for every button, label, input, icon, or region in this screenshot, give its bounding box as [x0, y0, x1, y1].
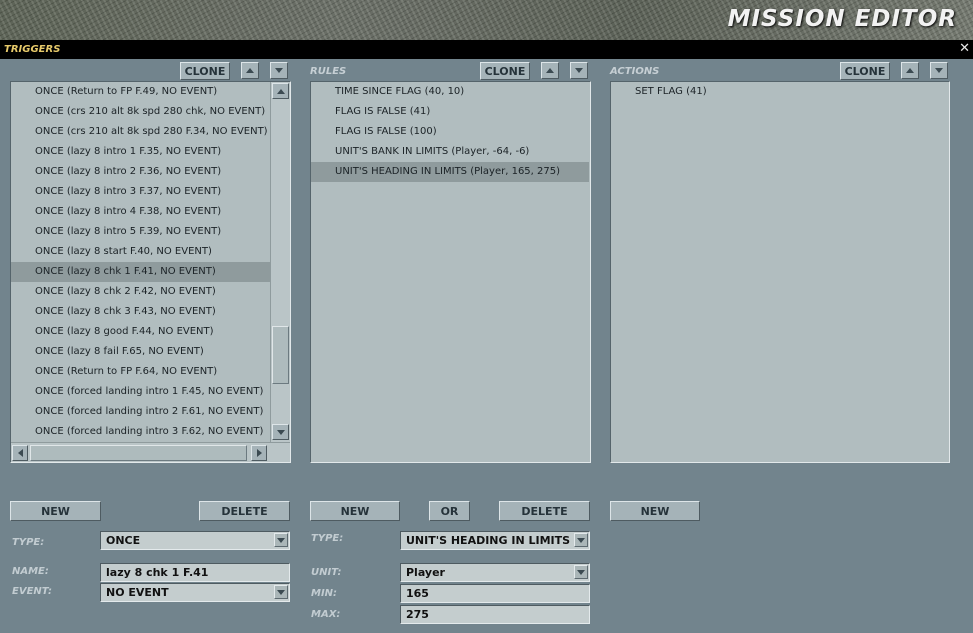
trigger-type-select[interactable]: ONCE [100, 531, 290, 550]
trigger-list-item[interactable]: ONCE (forced landing intro 2 F.61, NO EV… [11, 402, 270, 422]
arrow-down-icon [575, 68, 583, 73]
rule-type-label: TYPE: [311, 533, 344, 544]
rule-min-input[interactable]: 165 [400, 584, 590, 603]
rule-type-select[interactable]: UNIT'S HEADING IN LIMITS [400, 531, 590, 550]
triggers-move-up-button[interactable] [241, 62, 259, 79]
trigger-event-value: NO EVENT [106, 586, 169, 599]
rule-list-item[interactable]: FLAG IS FALSE (100) [311, 122, 589, 142]
rule-min-value: 165 [406, 587, 429, 600]
trigger-type-label: TYPE: [12, 537, 45, 548]
action-list-item[interactable]: SET FLAG (41) [611, 82, 948, 102]
actions-move-down-button[interactable] [930, 62, 948, 79]
trigger-list-item[interactable]: ONCE (crs 210 alt 8k spd 280 chk, NO EVE… [11, 102, 270, 122]
actions-clone-button[interactable]: CLONE [840, 62, 890, 80]
trigger-list-item[interactable]: ONCE (Return to FP F.49, NO EVENT) [11, 82, 270, 102]
window-title: MISSION EDITOR [727, 6, 957, 32]
rules-list[interactable]: TIME SINCE FLAG (40, 10) FLAG IS FALSE (4… [310, 81, 591, 463]
trigger-list-item[interactable]: ONCE (forced landing intro 3 F.62, NO EV… [11, 422, 270, 442]
rules-move-down-button[interactable] [570, 62, 588, 79]
rule-min-label: MIN: [311, 588, 338, 599]
trigger-list-item[interactable]: ONCE (lazy 8 fail F.65, NO EVENT) [11, 342, 270, 362]
chevron-down-icon [574, 565, 588, 579]
actions-move-up-button[interactable] [901, 62, 919, 79]
scroll-up-button[interactable] [272, 83, 289, 99]
arrow-down-icon [935, 68, 943, 73]
trigger-list-item[interactable]: ONCE (Return to FP F.64, NO EVENT) [11, 362, 270, 382]
rules-or-button[interactable]: OR [429, 501, 470, 521]
triggers-list-rows: ONCE (Return to FP F.49, NO EVENT) ONCE (… [11, 82, 270, 442]
rule-list-item[interactable]: FLAG IS FALSE (41) [311, 102, 589, 122]
arrow-down-icon [276, 429, 285, 435]
rule-max-input[interactable]: 275 [400, 605, 590, 624]
triggers-new-button[interactable]: NEW [10, 501, 101, 521]
arrow-left-icon [17, 449, 23, 457]
triggers-clone-button[interactable]: CLONE [180, 62, 230, 80]
triggers-hscroll-thumb[interactable] [30, 445, 247, 461]
actions-list[interactable]: SET FLAG (41) [610, 81, 950, 463]
rule-max-label: MAX: [311, 609, 341, 620]
trigger-list-item[interactable]: ONCE (lazy 8 chk 2 F.42, NO EVENT) [11, 282, 270, 302]
trigger-list-item[interactable]: ONCE (lazy 8 start F.40, NO EVENT) [11, 242, 270, 262]
rules-delete-button[interactable]: DELETE [499, 501, 590, 521]
actions-header-label: ACTIONS [610, 66, 660, 77]
close-icon[interactable]: ✕ [959, 42, 970, 56]
rule-unit-label: UNIT: [311, 567, 342, 578]
trigger-list-item[interactable]: ONCE (lazy 8 intro 1 F.35, NO EVENT) [11, 142, 270, 162]
trigger-list-item[interactable]: ONCE (crs 210 alt 8k spd 280 F.34, NO EV… [11, 122, 270, 142]
trigger-name-input[interactable]: lazy 8 chk 1 F.41 [100, 563, 290, 582]
rules-header-label: RULES [310, 66, 347, 77]
chevron-down-icon [274, 585, 288, 599]
triggers-scroll-thumb[interactable] [272, 326, 289, 384]
trigger-list-item[interactable]: ONCE (lazy 8 intro 2 F.36, NO EVENT) [11, 162, 270, 182]
rules-clone-button[interactable]: CLONE [480, 62, 530, 80]
arrow-up-icon [546, 68, 554, 73]
chevron-down-icon [274, 533, 288, 547]
trigger-event-label: EVENT: [12, 586, 53, 597]
arrow-right-icon [256, 449, 262, 457]
scroll-left-button[interactable] [12, 445, 28, 461]
arrow-up-icon [906, 68, 914, 73]
arrow-up-icon [246, 68, 254, 73]
trigger-list-item[interactable]: ONCE (lazy 8 chk 3 F.43, NO EVENT) [11, 302, 270, 322]
scroll-down-button[interactable] [272, 424, 289, 440]
trigger-list-item[interactable]: ONCE (lazy 8 intro 4 F.38, NO EVENT) [11, 202, 270, 222]
rule-type-value: UNIT'S HEADING IN LIMITS [406, 534, 571, 547]
trigger-list-item[interactable]: ONCE (lazy 8 chk 1 F.41, NO EVENT) [11, 262, 270, 282]
chevron-down-icon [574, 533, 588, 547]
triggers-header-bar [0, 40, 973, 59]
trigger-name-label: NAME: [12, 566, 49, 577]
triggers-vertical-scrollbar[interactable] [270, 82, 290, 442]
trigger-list-item[interactable]: ONCE (forced landing intro 1 F.45, NO EV… [11, 382, 270, 402]
trigger-type-value: ONCE [106, 534, 141, 547]
rule-list-item[interactable]: UNIT'S BANK IN LIMITS (Player, -64, -6) [311, 142, 589, 162]
triggers-header-label: TRIGGERS [4, 44, 61, 55]
rule-list-item[interactable]: UNIT'S HEADING IN LIMITS (Player, 165, 2… [311, 162, 589, 182]
rule-unit-value: Player [406, 566, 445, 579]
trigger-list-item[interactable]: ONCE (lazy 8 intro 5 F.39, NO EVENT) [11, 222, 270, 242]
trigger-event-select[interactable]: NO EVENT [100, 583, 290, 602]
trigger-list-item[interactable]: ONCE (lazy 8 good F.44, NO EVENT) [11, 322, 270, 342]
triggers-horizontal-scrollbar[interactable] [11, 442, 290, 462]
scroll-right-button[interactable] [251, 445, 267, 461]
triggers-list[interactable]: ONCE (Return to FP F.49, NO EVENT) ONCE (… [10, 81, 291, 463]
rules-move-up-button[interactable] [541, 62, 559, 79]
arrow-down-icon [275, 68, 283, 73]
arrow-up-icon [276, 88, 285, 94]
trigger-list-item[interactable]: ONCE (lazy 8 intro 3 F.37, NO EVENT) [11, 182, 270, 202]
triggers-move-down-button[interactable] [270, 62, 288, 79]
triggers-delete-button[interactable]: DELETE [199, 501, 290, 521]
rule-unit-select[interactable]: Player [400, 563, 590, 582]
rule-list-item[interactable]: TIME SINCE FLAG (40, 10) [311, 82, 589, 102]
rule-max-value: 275 [406, 608, 429, 621]
rules-new-button[interactable]: NEW [310, 501, 400, 521]
actions-new-button[interactable]: NEW [610, 501, 700, 521]
trigger-name-value: lazy 8 chk 1 F.41 [106, 566, 209, 579]
